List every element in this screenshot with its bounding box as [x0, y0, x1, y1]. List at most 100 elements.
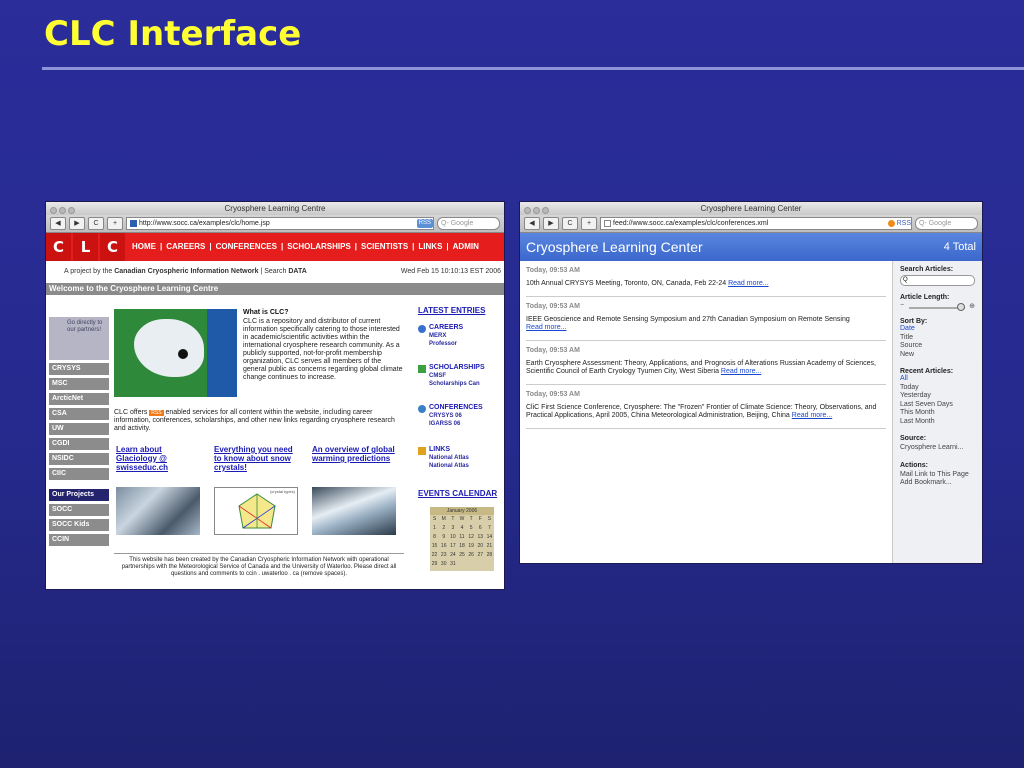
calendar-day[interactable]: 6	[476, 524, 485, 533]
search-input[interactable]: Q- Google	[915, 217, 978, 230]
rss-icon[interactable]: RSS	[416, 219, 433, 228]
close-icon[interactable]	[524, 207, 531, 214]
sidebar-item-socc[interactable]: SOCC	[49, 504, 109, 516]
close-icon[interactable]	[50, 207, 57, 214]
calendar-day[interactable]: 24	[448, 551, 457, 560]
nav-scholarships[interactable]: SCHOLARSHIPS	[287, 242, 351, 251]
article-length-slider[interactable]: − ⊕	[900, 302, 975, 312]
entry-subitem[interactable]: IGARSS 06	[429, 421, 460, 427]
sidebar-item-uw[interactable]: UW	[49, 423, 109, 435]
calendar-day[interactable]: 19	[467, 542, 476, 551]
snow-crystals-link[interactable]: Everything you need to know about snow c…	[214, 445, 302, 472]
entry-subitem[interactable]: National Atlas	[429, 463, 469, 469]
calendar-day[interactable]: 27	[476, 551, 485, 560]
minimize-icon[interactable]	[59, 207, 66, 214]
sidebar-item-msc[interactable]: MSC	[49, 378, 109, 390]
calendar-day[interactable]	[457, 560, 466, 569]
rss-label[interactable]: RSS	[897, 218, 911, 229]
sidebar-item-socc-kids[interactable]: SOCC Kids	[49, 519, 109, 531]
calendar-day[interactable]: 22	[430, 551, 439, 560]
sidebar-item-cgdi[interactable]: CGDI	[49, 438, 109, 450]
read-more-link[interactable]: Read more...	[721, 368, 761, 375]
sort-option-source[interactable]: Source	[900, 342, 975, 351]
reload-button[interactable]: C	[562, 217, 578, 230]
entry-subitem[interactable]: MERX	[429, 333, 446, 339]
calendar-day[interactable]: 5	[467, 524, 476, 533]
calendar-day[interactable]: 10	[448, 533, 457, 542]
calendar-day[interactable]: 21	[485, 542, 494, 551]
recent-option-today[interactable]: Today	[900, 384, 975, 393]
entry-subitem[interactable]: Scholarships Can	[429, 381, 480, 387]
calendar-day[interactable]: 30	[439, 560, 448, 569]
add-bookmark-button[interactable]: +	[581, 217, 597, 230]
back-button[interactable]: ◀	[524, 217, 540, 230]
search-input[interactable]: Q- Google	[437, 217, 500, 230]
read-more-link[interactable]: Read more...	[728, 280, 768, 287]
reload-button[interactable]: C	[88, 217, 104, 230]
org-link[interactable]: Canadian Cryospheric Information Network	[114, 268, 258, 275]
calendar-day[interactable]	[485, 560, 494, 569]
calendar-day[interactable]: 17	[448, 542, 457, 551]
calendar-day[interactable]: 20	[476, 542, 485, 551]
calendar-day[interactable]: 25	[457, 551, 466, 560]
nav-home[interactable]: HOME	[132, 242, 156, 251]
latest-entries-link[interactable]: LATEST ENTRIES	[418, 306, 504, 315]
recent-option-this-month[interactable]: This Month	[900, 409, 975, 418]
sidebar-item-crysys[interactable]: CRYSYS	[49, 363, 109, 375]
recent-option-last-month[interactable]: Last Month	[900, 418, 975, 427]
calendar-day[interactable]	[467, 560, 476, 569]
calendar-day[interactable]: 2	[439, 524, 448, 533]
entry-subitem[interactable]: CMSF	[429, 373, 446, 379]
mail-link-action[interactable]: Mail Link to This Page	[900, 471, 975, 480]
sidebar-item-ciic[interactable]: CIIC	[49, 468, 109, 480]
calendar-day[interactable]: 16	[439, 542, 448, 551]
entry-subitem[interactable]: CRYSYS 06	[429, 413, 462, 419]
calendar-day[interactable]: 13	[476, 533, 485, 542]
global-warming-link[interactable]: An overview of global warming prediction…	[312, 445, 400, 463]
events-calendar-link[interactable]: EVENTS CALENDAR	[418, 489, 497, 498]
calendar-day[interactable]: 23	[439, 551, 448, 560]
nav-links[interactable]: LINKS	[418, 242, 442, 251]
window-controls[interactable]	[50, 205, 77, 218]
add-bookmark-action[interactable]: Add Bookmark...	[900, 479, 975, 488]
calendar-day[interactable]: 9	[439, 533, 448, 542]
nav-careers[interactable]: CAREERS	[166, 242, 205, 251]
calendar-day[interactable]: 29	[430, 560, 439, 569]
forward-button[interactable]: ▶	[543, 217, 559, 230]
calendar-day[interactable]: 28	[485, 551, 494, 560]
sidebar-item-csa[interactable]: CSA	[49, 408, 109, 420]
clc-logo[interactable]: C L C	[46, 233, 127, 261]
calendar-day[interactable]: 8	[430, 533, 439, 542]
slider-handle[interactable]	[957, 303, 965, 311]
calendar-day[interactable]: 3	[448, 524, 457, 533]
sort-option-new[interactable]: New	[900, 351, 975, 360]
window-controls[interactable]	[524, 205, 551, 218]
snow-crystal-diagram[interactable]: (crystal types)	[214, 487, 298, 535]
read-more-link[interactable]: Read more...	[526, 324, 566, 331]
calendar-day[interactable]	[476, 560, 485, 569]
address-bar[interactable]: feed://www.socc.ca/examples/clc/conferen…	[600, 217, 912, 230]
add-bookmark-button[interactable]: +	[107, 217, 123, 230]
entry-subitem[interactable]: Professor	[429, 341, 457, 347]
calendar-day[interactable]: 15	[430, 542, 439, 551]
ice-field-photo[interactable]	[312, 487, 396, 535]
calendar-day[interactable]: 12	[467, 533, 476, 542]
recent-option-yesterday[interactable]: Yesterday	[900, 392, 975, 401]
forward-button[interactable]: ▶	[69, 217, 85, 230]
glacier-photo[interactable]	[116, 487, 200, 535]
calendar-day[interactable]: 14	[485, 533, 494, 542]
read-more-link[interactable]: Read more...	[792, 412, 832, 419]
search-data-link[interactable]: DATA	[288, 268, 306, 275]
calendar-day[interactable]: 1	[430, 524, 439, 533]
rss-badge[interactable]: RSS	[149, 410, 164, 416]
recent-option-last-seven-days[interactable]: Last Seven Days	[900, 401, 975, 410]
calendar-day[interactable]: 11	[457, 533, 466, 542]
calendar-day[interactable]: 4	[457, 524, 466, 533]
nav-scientists[interactable]: SCIENTISTS	[361, 242, 408, 251]
sort-option-title[interactable]: Title	[900, 334, 975, 343]
calendar-day[interactable]: 26	[467, 551, 476, 560]
zoom-icon[interactable]	[542, 207, 549, 214]
source-value[interactable]: Cryosphere Learni...	[900, 444, 975, 453]
minimize-icon[interactable]	[533, 207, 540, 214]
sidebar-item-ccin[interactable]: CCIN	[49, 534, 109, 546]
